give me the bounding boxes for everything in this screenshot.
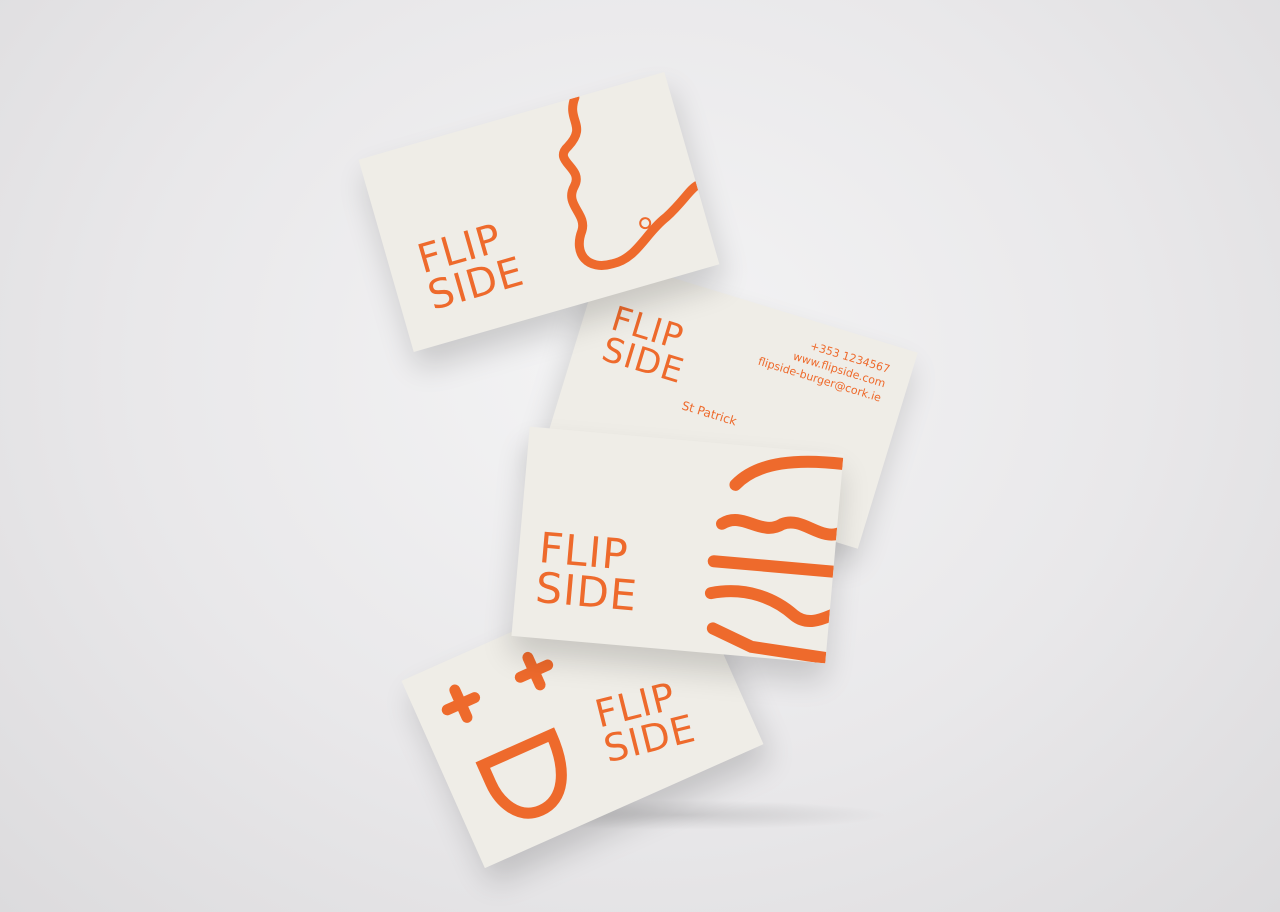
burger-icon: [704, 455, 844, 664]
address-text: St Patrick: [680, 398, 739, 429]
business-card-burger: FLIP SIDE: [511, 426, 844, 664]
contact-info: +353 1234567 www.flipside.com flipside-b…: [756, 326, 892, 406]
brand-logo: FLIP SIDE: [597, 299, 697, 392]
